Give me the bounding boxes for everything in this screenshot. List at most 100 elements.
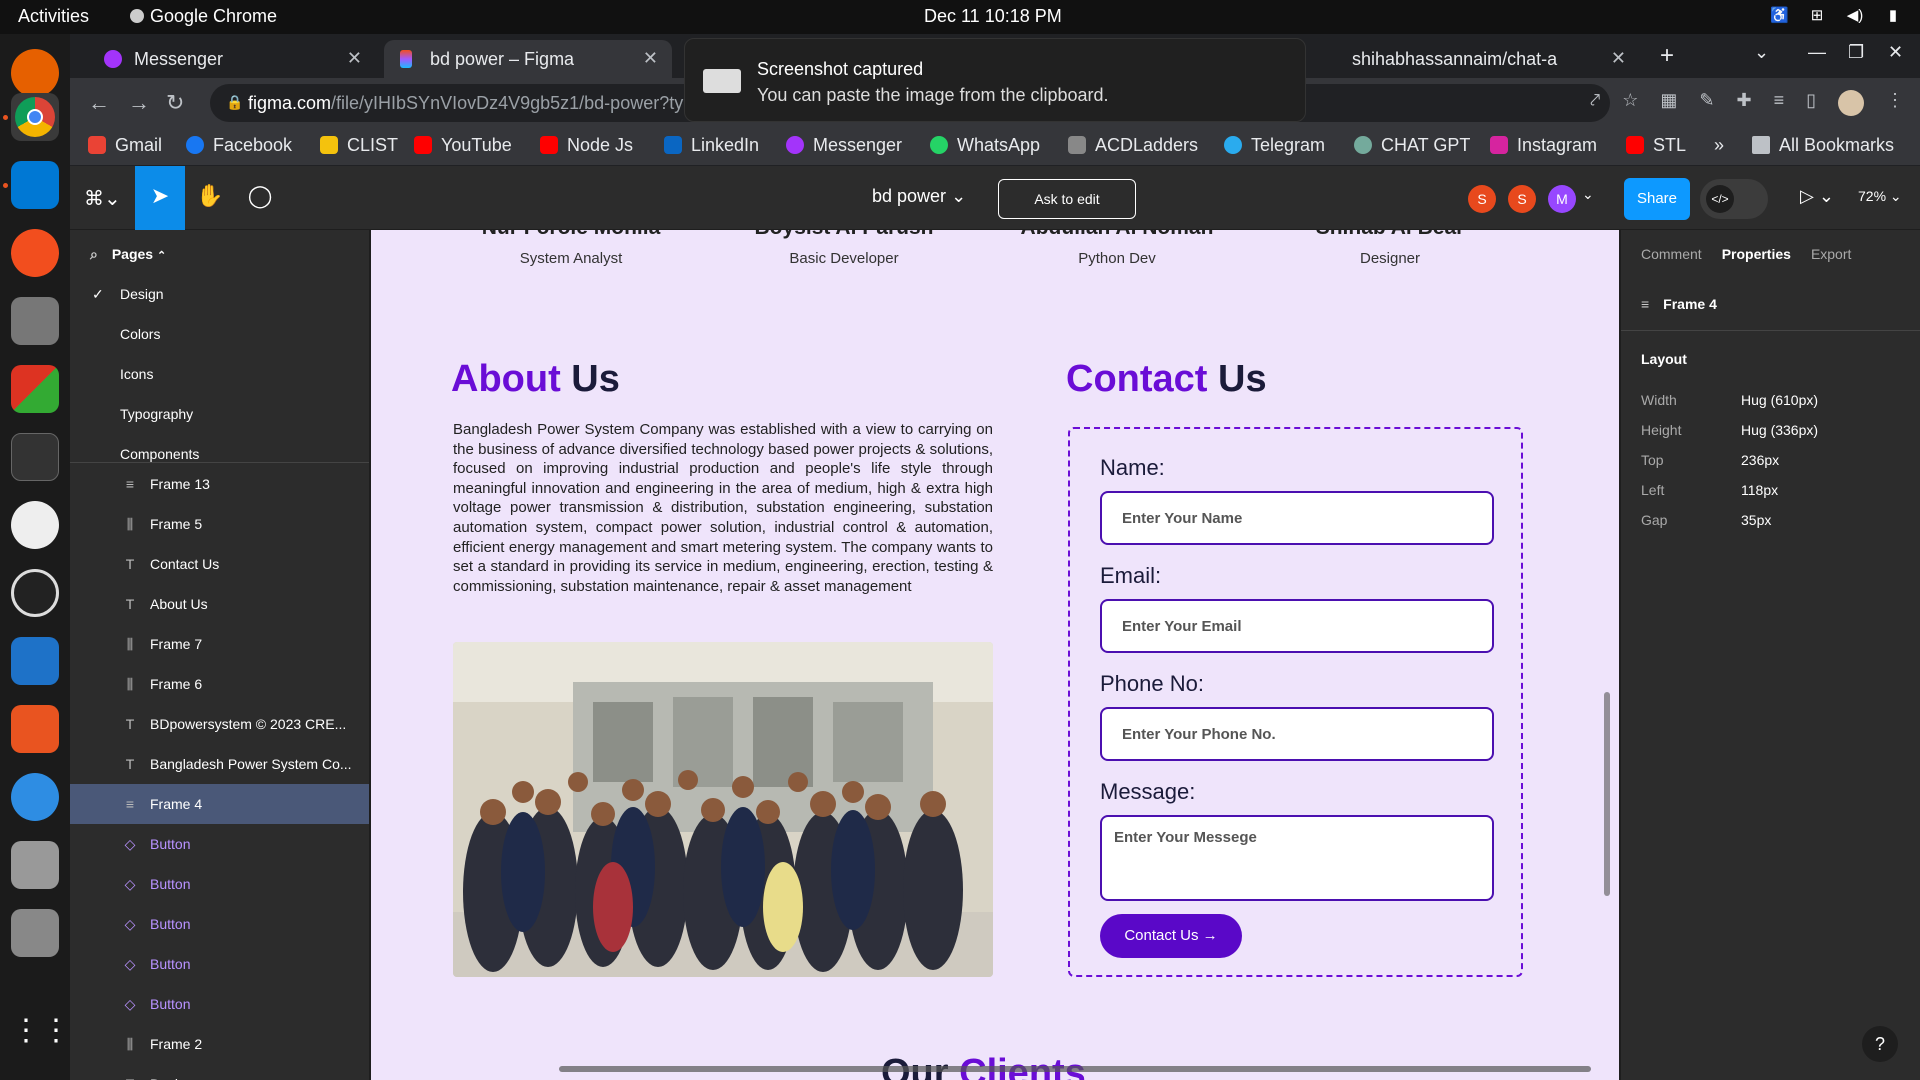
reload-icon[interactable]: ↻ — [166, 90, 184, 116]
extensions-puzzle-icon[interactable]: ✚ — [1736, 90, 1751, 116]
tab-properties[interactable]: Properties — [1722, 246, 1791, 262]
bookmark-telegram[interactable]: Telegram — [1224, 135, 1325, 156]
zoom-menu[interactable]: 72% ⌄ — [1858, 188, 1902, 205]
layer-row[interactable]: ◇ Button — [70, 944, 369, 984]
page-colors[interactable]: Colors — [120, 326, 160, 342]
system-tray[interactable]: ♿ ⊞ ◀) ▮ — [1770, 6, 1902, 24]
more-bookmarks[interactable]: » — [1714, 135, 1724, 156]
layer-row[interactable]: ◇ Button — [70, 864, 369, 904]
search-icon[interactable]: ⌕ — [90, 246, 98, 262]
bookmark-clist[interactable]: CLIST — [320, 135, 398, 156]
bookmark-youtube[interactable]: YouTube — [414, 135, 512, 156]
layer-row[interactable]: T Bangladesh Power System Co... — [70, 744, 369, 784]
screenshot-notification[interactable]: Screenshot captured You can paste the im… — [684, 38, 1306, 122]
pages-header[interactable]: ⌕ Pages ⌃ — [90, 246, 166, 263]
page-icons[interactable]: Icons — [120, 366, 153, 382]
layer-row[interactable]: ⫼ Frame 5 — [70, 504, 369, 544]
layer-row[interactable]: T About Us — [70, 584, 369, 624]
close-icon[interactable]: ✕ — [347, 48, 362, 69]
bookmark-acdladders[interactable]: ACDLadders — [1068, 135, 1198, 156]
present-icon[interactable]: ▷ ⌄ — [1800, 186, 1834, 207]
avatar[interactable]: S — [1508, 185, 1536, 213]
office-suite-icon[interactable] — [11, 365, 59, 413]
bookmark-messenger[interactable]: Messenger — [786, 135, 902, 156]
url-text[interactable]: figma.com/file/yIHIbSYnVIovDz4V9gb5z1/bd… — [248, 93, 683, 114]
avatar[interactable]: S — [1468, 185, 1496, 213]
screenshot-icon[interactable] — [11, 841, 59, 889]
battery-icon[interactable]: ▮ — [1884, 6, 1902, 24]
accessibility-icon[interactable]: ♿ — [1770, 6, 1789, 24]
page-design[interactable]: Design — [120, 286, 164, 302]
show-apps-icon[interactable]: ⋮⋮ — [11, 1009, 71, 1057]
figma-canvas[interactable]: Nur Forole Mohila System Analyst Boysist… — [371, 230, 1619, 1080]
layer-row[interactable]: T Designer — [70, 1064, 369, 1080]
comment-tool-icon[interactable]: ◯ — [235, 166, 285, 230]
email-field[interactable]: Enter Your Email — [1100, 599, 1494, 653]
tab-messenger[interactable]: Messenger ✕ — [88, 40, 376, 78]
activities-button[interactable]: Activities — [18, 6, 89, 27]
layer-row[interactable]: ⫼ Frame 6 — [70, 664, 369, 704]
help-button[interactable]: ? — [1862, 1026, 1898, 1062]
layer-row[interactable]: ◇ Button — [70, 904, 369, 944]
mongodb-compass-icon[interactable] — [11, 501, 59, 549]
writer-icon[interactable] — [11, 637, 59, 685]
back-icon[interactable]: ← — [88, 90, 110, 116]
move-tool-icon[interactable]: ➤ — [135, 166, 185, 230]
horizontal-scrollbar[interactable] — [559, 1066, 1591, 1072]
page-typography[interactable]: Typography — [120, 406, 193, 422]
bookmark-star-icon[interactable]: ☆ — [1622, 90, 1638, 116]
bookmark-stl[interactable]: STL — [1626, 135, 1686, 156]
lock-icon[interactable]: 🔒 — [226, 94, 243, 111]
close-icon[interactable]: ✕ — [1604, 48, 1626, 69]
software-center-icon[interactable] — [11, 705, 59, 753]
new-tab-icon[interactable]: + — [1660, 42, 1674, 70]
bookmark-instagram[interactable]: Instagram — [1490, 135, 1597, 156]
color-picker-icon[interactable]: ✎ — [1699, 90, 1714, 116]
bookmark-gmail[interactable]: Gmail — [88, 135, 162, 156]
all-bookmarks[interactable]: All Bookmarks — [1752, 135, 1894, 156]
bookmark-nodejs[interactable]: Node Js — [540, 135, 633, 156]
profile-avatar[interactable] — [1838, 90, 1864, 116]
media-icon[interactable]: ≡ — [1774, 90, 1785, 116]
vscode-icon[interactable] — [11, 161, 59, 209]
layer-row[interactable]: ≡ Frame 13 — [70, 464, 369, 504]
layer-row[interactable]: ⫼ Frame 7 — [70, 624, 369, 664]
file-name[interactable]: bd power ⌄ — [872, 186, 966, 207]
help-icon[interactable] — [11, 773, 59, 821]
tab-figma[interactable]: bd power – Figma ✕ — [384, 40, 672, 78]
clock[interactable]: Dec 11 10:18 PM — [924, 6, 1062, 27]
tab-github[interactable]: shihabhassannaim/chat-a ✕ — [1302, 40, 1640, 78]
tab-comment[interactable]: Comment — [1641, 246, 1702, 262]
figma-menu-icon[interactable]: ⌘⌄ — [84, 186, 121, 211]
layer-row[interactable]: T Contact Us — [70, 544, 369, 584]
phone-field[interactable]: Enter Your Phone No. — [1100, 707, 1494, 761]
share-button[interactable]: Share — [1624, 178, 1690, 220]
menu-icon[interactable]: ⋮ — [1886, 90, 1904, 116]
chrome-dock-item[interactable] — [11, 93, 59, 141]
firefox-icon[interactable] — [11, 49, 59, 97]
bookmark-chatgpt[interactable]: CHAT GPT — [1354, 135, 1470, 156]
bookmark-facebook[interactable]: Facebook — [186, 135, 292, 156]
layer-row[interactable]: ≡ Frame 4 — [70, 784, 369, 824]
share-page-icon[interactable]: ⤤ — [1590, 90, 1600, 116]
volume-icon[interactable]: ◀) — [1846, 6, 1864, 24]
page-components[interactable]: Components — [120, 446, 199, 462]
drawing-app-icon[interactable] — [11, 229, 59, 277]
restore-icon[interactable]: ❐ — [1848, 42, 1864, 63]
extension-icon[interactable]: ▦ — [1660, 90, 1677, 116]
close-icon[interactable]: ✕ — [643, 48, 658, 69]
side-panel-icon[interactable]: ▯ — [1806, 90, 1816, 116]
terminal-icon[interactable] — [11, 433, 59, 481]
layer-row[interactable]: ⫼ Frame 2 — [70, 1024, 369, 1064]
app-menu[interactable]: Google Chrome — [130, 6, 277, 27]
contact-us-button[interactable]: Contact Us → — [1100, 914, 1242, 958]
message-field[interactable]: Enter Your Messege — [1100, 815, 1494, 901]
dev-mode-toggle[interactable]: </> — [1700, 179, 1768, 219]
file-manager-icon[interactable] — [11, 909, 59, 957]
bookmark-whatsapp[interactable]: WhatsApp — [930, 135, 1040, 156]
files-icon[interactable] — [11, 297, 59, 345]
hand-tool-icon[interactable]: ✋ — [185, 166, 235, 230]
vertical-scrollbar[interactable] — [1604, 692, 1610, 896]
window-close-icon[interactable]: ✕ — [1888, 42, 1903, 63]
avatar[interactable]: M — [1548, 185, 1576, 213]
